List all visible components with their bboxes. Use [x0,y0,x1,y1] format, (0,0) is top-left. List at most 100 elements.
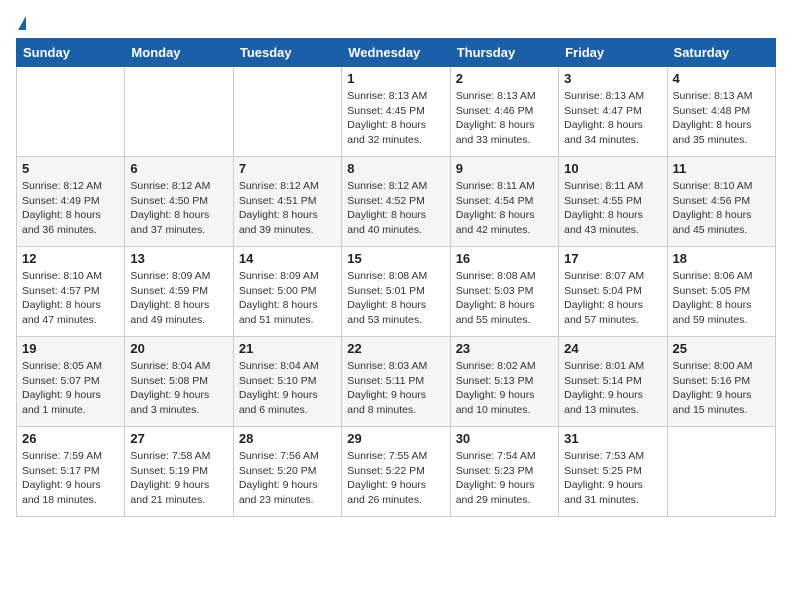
day-info: Sunrise: 8:06 AM Sunset: 5:05 PM Dayligh… [673,269,770,328]
day-info: Sunrise: 8:05 AM Sunset: 5:07 PM Dayligh… [22,359,119,418]
day-info: Sunrise: 8:13 AM Sunset: 4:46 PM Dayligh… [456,89,553,148]
calendar-week-row: 19 Sunrise: 8:05 AM Sunset: 5:07 PM Dayli… [17,337,776,427]
day-info: Sunrise: 8:08 AM Sunset: 5:03 PM Dayligh… [456,269,553,328]
day-number: 23 [456,341,553,356]
day-info: Sunrise: 8:04 AM Sunset: 5:10 PM Dayligh… [239,359,336,418]
calendar-cell: 12 Sunrise: 8:10 AM Sunset: 4:57 PM Dayli… [17,247,125,337]
day-number: 18 [673,251,770,266]
day-info: Sunrise: 8:11 AM Sunset: 4:55 PM Dayligh… [564,179,661,238]
calendar-cell [667,427,775,517]
day-number: 19 [22,341,119,356]
calendar-cell: 1 Sunrise: 8:13 AM Sunset: 4:45 PM Daylig… [342,67,450,157]
day-info: Sunrise: 8:12 AM Sunset: 4:51 PM Dayligh… [239,179,336,238]
day-info: Sunrise: 8:12 AM Sunset: 4:52 PM Dayligh… [347,179,444,238]
day-info: Sunrise: 7:59 AM Sunset: 5:17 PM Dayligh… [22,449,119,508]
calendar-cell: 15Sunrise: 8:08 AM Sunset: 5:01 PM Dayli… [342,247,450,337]
calendar-cell: 29Sunrise: 7:55 AM Sunset: 5:22 PM Dayli… [342,427,450,517]
day-info: Sunrise: 8:09 AM Sunset: 4:59 PM Dayligh… [130,269,227,328]
calendar-cell: 21Sunrise: 8:04 AM Sunset: 5:10 PM Dayli… [233,337,341,427]
day-info: Sunrise: 8:11 AM Sunset: 4:54 PM Dayligh… [456,179,553,238]
day-number: 16 [456,251,553,266]
calendar-cell: 27 Sunrise: 7:58 AM Sunset: 5:19 PM Dayli… [125,427,233,517]
calendar-cell: 8 Sunrise: 8:12 AM Sunset: 4:52 PM Daylig… [342,157,450,247]
day-info: Sunrise: 8:13 AM Sunset: 4:45 PM Dayligh… [347,89,444,148]
day-info: Sunrise: 7:58 AM Sunset: 5:19 PM Dayligh… [130,449,227,508]
calendar-cell: 2 Sunrise: 8:13 AM Sunset: 4:46 PM Daylig… [450,67,558,157]
day-info: Sunrise: 7:53 AM Sunset: 5:25 PM Dayligh… [564,449,661,508]
calendar-cell: 18 Sunrise: 8:06 AM Sunset: 5:05 PM Dayli… [667,247,775,337]
calendar-cell: 25 Sunrise: 8:00 AM Sunset: 5:16 PM Dayli… [667,337,775,427]
day-number: 22 [347,341,444,356]
calendar-week-row: 12 Sunrise: 8:10 AM Sunset: 4:57 PM Dayli… [17,247,776,337]
weekday-header-thursday: Thursday [450,39,558,67]
weekday-header-sunday: Sunday [17,39,125,67]
calendar-cell [125,67,233,157]
weekday-header-friday: Friday [559,39,667,67]
day-info: Sunrise: 8:12 AM Sunset: 4:49 PM Dayligh… [22,179,119,238]
day-info: Sunrise: 8:13 AM Sunset: 4:48 PM Dayligh… [673,89,770,148]
calendar-cell: 31 Sunrise: 7:53 AM Sunset: 5:25 PM Dayli… [559,427,667,517]
calendar-cell: 19 Sunrise: 8:05 AM Sunset: 5:07 PM Dayli… [17,337,125,427]
calendar-cell: 23 Sunrise: 8:02 AM Sunset: 5:13 PM Dayli… [450,337,558,427]
page-header [16,16,776,30]
day-number: 11 [673,161,770,176]
day-number: 3 [564,71,661,86]
weekday-header-saturday: Saturday [667,39,775,67]
day-info: Sunrise: 8:08 AM Sunset: 5:01 PM Dayligh… [347,269,444,328]
day-number: 13 [130,251,227,266]
day-number: 12 [22,251,119,266]
day-number: 1 [347,71,444,86]
day-number: 27 [130,431,227,446]
calendar-cell [17,67,125,157]
logo-triangle-icon [18,16,26,30]
weekday-header-wednesday: Wednesday [342,39,450,67]
day-number: 4 [673,71,770,86]
calendar-cell: 14Sunrise: 8:09 AM Sunset: 5:00 PM Dayli… [233,247,341,337]
day-info: Sunrise: 7:56 AM Sunset: 5:20 PM Dayligh… [239,449,336,508]
logo [16,16,26,30]
day-number: 7 [239,161,336,176]
calendar-table: SundayMondayTuesdayWednesdayThursdayFrid… [16,38,776,517]
day-info: Sunrise: 8:03 AM Sunset: 5:11 PM Dayligh… [347,359,444,418]
calendar-cell: 20Sunrise: 8:04 AM Sunset: 5:08 PM Dayli… [125,337,233,427]
calendar-cell: 16 Sunrise: 8:08 AM Sunset: 5:03 PM Dayli… [450,247,558,337]
calendar-cell: 26 Sunrise: 7:59 AM Sunset: 5:17 PM Dayli… [17,427,125,517]
calendar-cell [233,67,341,157]
calendar-cell: 30Sunrise: 7:54 AM Sunset: 5:23 PM Dayli… [450,427,558,517]
day-number: 8 [347,161,444,176]
day-info: Sunrise: 8:10 AM Sunset: 4:57 PM Dayligh… [22,269,119,328]
day-number: 25 [673,341,770,356]
calendar-cell: 22 Sunrise: 8:03 AM Sunset: 5:11 PM Dayli… [342,337,450,427]
calendar-cell: 17 Sunrise: 8:07 AM Sunset: 5:04 PM Dayli… [559,247,667,337]
day-number: 10 [564,161,661,176]
calendar-week-row: 26 Sunrise: 7:59 AM Sunset: 5:17 PM Dayli… [17,427,776,517]
day-number: 31 [564,431,661,446]
calendar-cell: 4 Sunrise: 8:13 AM Sunset: 4:48 PM Daylig… [667,67,775,157]
day-info: Sunrise: 8:02 AM Sunset: 5:13 PM Dayligh… [456,359,553,418]
day-info: Sunrise: 8:10 AM Sunset: 4:56 PM Dayligh… [673,179,770,238]
day-number: 9 [456,161,553,176]
calendar-cell: 13 Sunrise: 8:09 AM Sunset: 4:59 PM Dayli… [125,247,233,337]
calendar-cell: 5 Sunrise: 8:12 AM Sunset: 4:49 PM Daylig… [17,157,125,247]
day-info: Sunrise: 7:54 AM Sunset: 5:23 PM Dayligh… [456,449,553,508]
day-number: 29 [347,431,444,446]
day-number: 6 [130,161,227,176]
day-number: 2 [456,71,553,86]
day-number: 17 [564,251,661,266]
day-number: 26 [22,431,119,446]
calendar-cell: 24 Sunrise: 8:01 AM Sunset: 5:14 PM Dayli… [559,337,667,427]
day-number: 24 [564,341,661,356]
day-number: 20 [130,341,227,356]
day-info: Sunrise: 8:07 AM Sunset: 5:04 PM Dayligh… [564,269,661,328]
day-info: Sunrise: 8:00 AM Sunset: 5:16 PM Dayligh… [673,359,770,418]
day-info: Sunrise: 8:12 AM Sunset: 4:50 PM Dayligh… [130,179,227,238]
calendar-cell: 3Sunrise: 8:13 AM Sunset: 4:47 PM Daylig… [559,67,667,157]
weekday-header-tuesday: Tuesday [233,39,341,67]
calendar-cell: 9 Sunrise: 8:11 AM Sunset: 4:54 PM Daylig… [450,157,558,247]
calendar-week-row: 5 Sunrise: 8:12 AM Sunset: 4:49 PM Daylig… [17,157,776,247]
calendar-cell: 28Sunrise: 7:56 AM Sunset: 5:20 PM Dayli… [233,427,341,517]
calendar-header-row: SundayMondayTuesdayWednesdayThursdayFrid… [17,39,776,67]
calendar-cell: 6 Sunrise: 8:12 AM Sunset: 4:50 PM Daylig… [125,157,233,247]
day-number: 5 [22,161,119,176]
day-info: Sunrise: 8:01 AM Sunset: 5:14 PM Dayligh… [564,359,661,418]
